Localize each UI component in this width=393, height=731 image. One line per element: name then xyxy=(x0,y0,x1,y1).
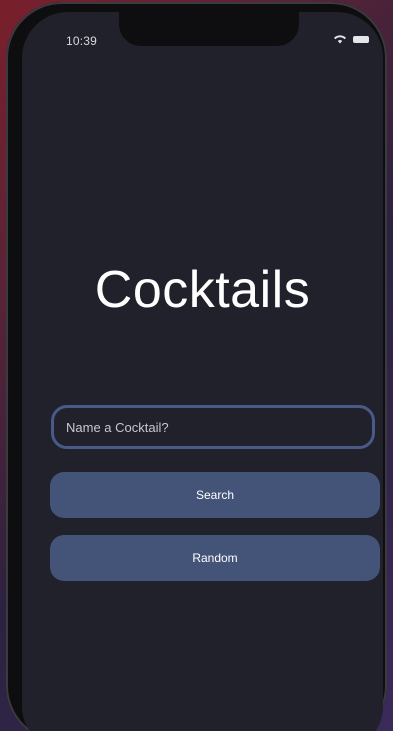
search-button[interactable]: Search xyxy=(50,472,380,518)
camera-notch xyxy=(119,12,299,46)
phone-frame: 10:39 Cocktails Search Random xyxy=(6,2,387,731)
wifi-icon xyxy=(333,34,347,44)
app-screen: 10:39 Cocktails Search Random xyxy=(22,12,383,731)
wallpaper-backdrop: 10:39 Cocktails Search Random xyxy=(0,0,393,731)
status-icons xyxy=(333,34,369,44)
random-button[interactable]: Random xyxy=(50,535,380,581)
search-button-label: Search xyxy=(195,488,235,502)
battery-icon xyxy=(353,35,369,43)
random-button-label: Random xyxy=(192,551,238,565)
page-title: Cocktails xyxy=(94,261,311,319)
status-time: 10:39 xyxy=(66,34,98,48)
cocktail-search-input[interactable] xyxy=(51,405,375,449)
